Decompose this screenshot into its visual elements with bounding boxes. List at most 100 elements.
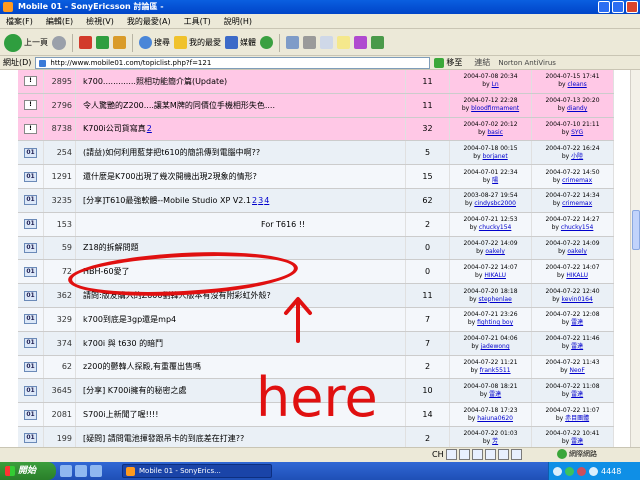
links-label[interactable]: 連結 bbox=[474, 57, 490, 68]
stop-icon[interactable] bbox=[79, 36, 92, 49]
author-link[interactable]: bloodfirmament bbox=[471, 105, 519, 112]
author-link[interactable]: oakely bbox=[485, 248, 505, 255]
author-link[interactable]: jadewong bbox=[481, 343, 510, 350]
tray-icon[interactable] bbox=[553, 466, 562, 476]
address-input[interactable]: http://www.mobile01.com/topiclist.php?f=… bbox=[35, 56, 431, 69]
author-link[interactable]: HIKALU bbox=[484, 272, 506, 279]
quick-launch-icon[interactable] bbox=[75, 465, 87, 477]
author-link[interactable]: 芳 bbox=[492, 438, 498, 445]
lang-indicator[interactable]: CH bbox=[432, 450, 444, 459]
quick-launch-icon[interactable] bbox=[90, 465, 102, 477]
last-poster-link[interactable]: chucky154 bbox=[561, 224, 593, 231]
page-link[interactable]: 3 bbox=[258, 196, 263, 205]
last-poster-link[interactable]: HIKALU bbox=[566, 272, 588, 279]
menu-favorites[interactable]: 我的最愛(A) bbox=[127, 16, 171, 27]
menu-file[interactable]: 檔案(F) bbox=[6, 16, 33, 27]
page-link[interactable]: 2 bbox=[147, 124, 152, 133]
ime-icon[interactable] bbox=[458, 449, 470, 460]
topic-title-link[interactable]: K700i公司貨寫真 bbox=[83, 123, 146, 134]
vertical-scrollbar[interactable] bbox=[630, 70, 640, 447]
topic-title-link[interactable]: k700.............照相功能簡介篇(Update) bbox=[83, 76, 227, 87]
ime-icon[interactable] bbox=[484, 449, 496, 460]
topic-title-link[interactable]: 還什麼是K700出現了幾次開機出現2現象的情形? bbox=[83, 171, 257, 182]
topic-title-link[interactable]: [疑問] 請問電池揮發跟吊卡的到底差在打連?? bbox=[83, 433, 244, 444]
last-poster-link[interactable]: NeoF bbox=[569, 367, 584, 374]
search-button[interactable]: 搜尋 bbox=[139, 36, 170, 49]
by-label: by bbox=[552, 176, 561, 184]
last-poster-link[interactable]: diandy bbox=[567, 105, 587, 112]
author-link[interactable]: chucky154 bbox=[479, 224, 511, 231]
author-link[interactable]: 陽 bbox=[492, 177, 498, 184]
menu-help[interactable]: 說明(H) bbox=[224, 16, 252, 27]
quick-launch-icon[interactable] bbox=[60, 465, 72, 477]
last-poster-link[interactable]: 小陸 bbox=[571, 153, 583, 160]
discuss-icon[interactable] bbox=[337, 36, 350, 49]
author-link[interactable]: borjanet bbox=[483, 153, 508, 160]
mail-icon[interactable] bbox=[286, 36, 299, 49]
ime-icon[interactable] bbox=[445, 449, 457, 460]
minimize-button[interactable] bbox=[598, 1, 610, 13]
media-button[interactable]: 媒體 bbox=[225, 36, 256, 49]
topic-title-link[interactable]: (請益)如何利用藍芽把t610的簡訊傳到電腦中啊?? bbox=[83, 147, 260, 158]
created-date: 2004-07-18 17:23 bbox=[463, 406, 518, 414]
refresh-icon[interactable] bbox=[96, 36, 109, 49]
author-link[interactable]: Ln bbox=[492, 81, 499, 88]
page-link[interactable]: 4 bbox=[264, 196, 269, 205]
topic-title-link[interactable]: [分享] K700i擁有的秘密之處 bbox=[83, 385, 187, 396]
history-icon[interactable] bbox=[260, 36, 273, 49]
edit-icon[interactable] bbox=[320, 36, 333, 49]
print-icon[interactable] bbox=[303, 36, 316, 49]
tray-icon[interactable] bbox=[577, 466, 586, 476]
topic-title-link[interactable]: Z18的拆解問題 bbox=[83, 242, 139, 253]
go-button[interactable]: 移至 bbox=[434, 57, 462, 68]
menu-tools[interactable]: 工具(T) bbox=[184, 16, 211, 27]
taskbar-window-button[interactable]: Mobile 01 - SonyErics... bbox=[122, 464, 272, 478]
scroll-thumb[interactable] bbox=[632, 210, 640, 250]
last-poster-link[interactable]: 雷達 bbox=[571, 391, 583, 398]
author-link[interactable]: fighting boy bbox=[477, 319, 513, 326]
tray-icon[interactable] bbox=[589, 466, 598, 476]
topic-title-link[interactable]: k700i 與 t630 的暗鬥 bbox=[83, 338, 163, 349]
last-poster-link[interactable]: 雷達 bbox=[571, 438, 583, 445]
ime-icon[interactable] bbox=[497, 449, 509, 460]
menu-view[interactable]: 檢視(V) bbox=[86, 16, 114, 27]
last-poster-link[interactable]: cleans bbox=[568, 81, 587, 88]
last-poster-link[interactable]: oakely bbox=[567, 248, 587, 255]
research-icon[interactable] bbox=[371, 36, 384, 49]
back-button[interactable]: 上一頁 bbox=[4, 33, 48, 52]
last-poster-link[interactable]: crimemax bbox=[562, 177, 592, 184]
menu-edit[interactable]: 編輯(E) bbox=[46, 16, 73, 27]
topic-title-link[interactable]: S700i上新聞了喔!!!! bbox=[83, 409, 158, 420]
author-link[interactable]: haiuna0620 bbox=[477, 415, 513, 422]
last-poster-link[interactable]: 雷達 bbox=[571, 319, 583, 326]
author-link[interactable]: basic bbox=[487, 129, 503, 136]
ime-icon[interactable] bbox=[471, 449, 483, 460]
last-poster-link[interactable]: 赤目團體 bbox=[565, 415, 589, 422]
last-poster-link[interactable]: 雷達 bbox=[571, 343, 583, 350]
messenger-icon[interactable] bbox=[354, 36, 367, 49]
start-button[interactable]: 開始 bbox=[0, 462, 56, 480]
author-link[interactable]: frank5511 bbox=[480, 367, 511, 374]
close-button[interactable] bbox=[626, 1, 638, 13]
language-bar[interactable]: CH bbox=[432, 447, 522, 462]
author-link[interactable]: 雷達 bbox=[489, 391, 501, 398]
norton-label[interactable]: Norton AntiVirus bbox=[498, 59, 556, 67]
home-icon[interactable] bbox=[113, 36, 126, 49]
tray-icon[interactable] bbox=[565, 466, 574, 476]
by-label: by bbox=[557, 105, 566, 113]
last-poster-link[interactable]: kevin0164 bbox=[562, 296, 593, 303]
topic-title-tail[interactable]: For T616 !! bbox=[261, 220, 305, 229]
topic-title-link[interactable]: 令人驚艷的Z200....讓某M牌的同價位手機相形失色.... bbox=[83, 100, 275, 111]
author-link[interactable]: cindysbc2000 bbox=[474, 200, 516, 207]
author-link[interactable]: stephenlae bbox=[478, 296, 511, 303]
topic-title-link[interactable]: z200的鬱韓人探殿,有重覆出售嗎 bbox=[83, 361, 201, 372]
favorites-button[interactable]: 我的最愛 bbox=[174, 36, 221, 49]
last-poster-link[interactable]: SYG bbox=[571, 129, 583, 136]
forward-button[interactable] bbox=[52, 35, 66, 50]
topic-title-link[interactable]: [分享]T610最強軟體--Mobile Studio XP V2.1 bbox=[83, 195, 251, 206]
page-link[interactable]: 2 bbox=[252, 196, 257, 205]
topic-title-link[interactable]: k700到底是3gp還是mp4 bbox=[83, 314, 176, 325]
maximize-button[interactable] bbox=[612, 1, 624, 13]
ime-icon[interactable] bbox=[510, 449, 522, 460]
last-poster-link[interactable]: crimemax bbox=[562, 200, 592, 207]
